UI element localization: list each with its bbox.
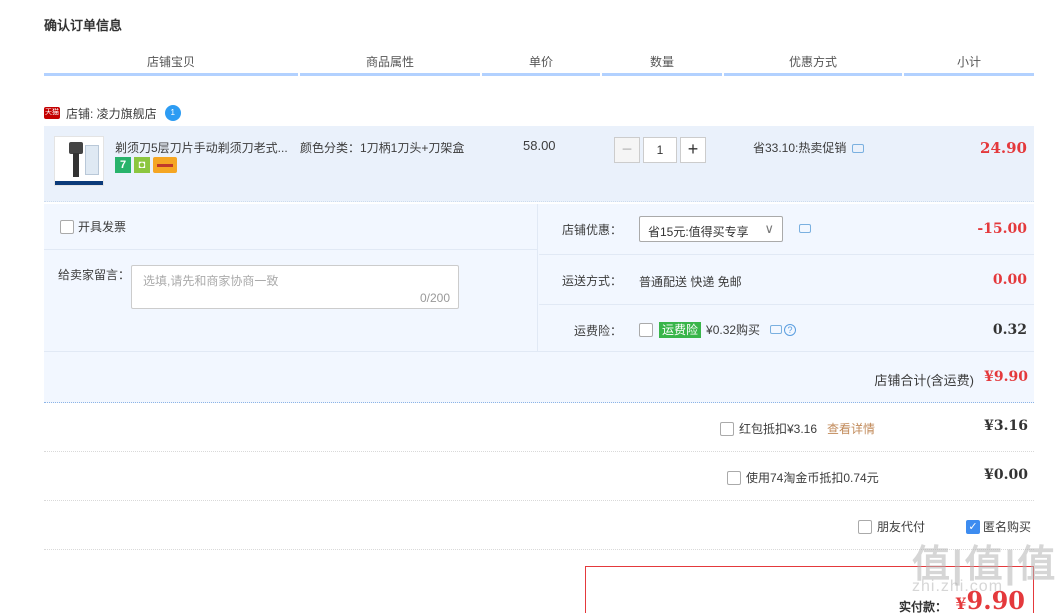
product-title-link[interactable]: 剃须刀5层刀片手动剃须刀老式... (115, 139, 295, 156)
taobao-coins-row: 使用74淘金币抵扣0.74元 ¥0.00 (44, 452, 1034, 501)
insurance-label: 运费险： (573, 324, 622, 338)
product-thumbnail[interactable] (54, 136, 104, 186)
shipping-label: 运送方式： (561, 274, 622, 288)
quantity-stepper: − 1 + (614, 137, 706, 163)
comment-icon[interactable] (770, 325, 783, 334)
shop-total-row: 店铺合计(含运费) ¥9.90 (44, 351, 1034, 403)
store-discount-amount: -15.00 (977, 221, 1027, 237)
character-counter: 0/200 (419, 291, 450, 305)
insurance-option[interactable]: 运费险 ¥0.32购买 ? (639, 321, 797, 338)
taobao-coins-checkbox[interactable] (727, 470, 741, 485)
taobao-coins-option[interactable]: 使用74淘金币抵扣0.74元 (727, 469, 879, 486)
column-promo: 优惠方式 (724, 54, 902, 76)
store-discount-row: 店铺优惠： 省15元:值得买专享 ∨ -15.00 (539, 204, 1034, 254)
page-title: 确认订单信息 (44, 18, 123, 33)
invoice-label: 开具发票 (78, 220, 127, 234)
shop-name-link[interactable]: 店铺: 凌力旗舰店 (66, 105, 157, 122)
red-packet-amount: ¥3.16 (984, 418, 1028, 434)
red-packet-checkbox[interactable] (720, 421, 734, 436)
insurance-checkbox[interactable] (639, 322, 653, 337)
seller-message-placeholder: 选填,请先和商家协商一致 (143, 274, 279, 288)
red-packet-label: 红包抵扣¥3.16 (739, 422, 818, 436)
pay-options-row: 朋友代付 ✓ 匿名购买 (44, 501, 1034, 550)
order-extras-panel: 开具发票 给卖家留言： 选填,请先和商家协商一致 0/200 店铺优惠： 省15… (44, 204, 1034, 351)
insurance-amount: 0.32 (992, 322, 1027, 338)
promo-info: 省33.10:热卖促销 (753, 139, 865, 156)
invoice-checkbox[interactable] (60, 219, 74, 234)
unit-price: 58.00 (523, 138, 556, 153)
shipping-row: 运送方式： 普通配送 快递 免邮 0.00 (539, 255, 1034, 305)
decrease-quantity-button[interactable]: − (614, 137, 640, 163)
view-details-link[interactable]: 查看详情 (827, 420, 875, 437)
shipping-amount: 0.00 (992, 272, 1027, 288)
invoice-option[interactable]: 开具发票 (60, 218, 126, 235)
store-discount-select[interactable]: 省15元:值得买专享 ∨ (639, 216, 783, 242)
chevron-down-icon: ∨ (764, 221, 774, 236)
friend-pay-checkbox[interactable] (858, 519, 872, 534)
red-packet-row: 红包抵扣¥3.16 查看详情 ¥3.16 (44, 403, 1034, 452)
seller-message-label: 给卖家留言： (58, 268, 131, 282)
shop-total-amount: ¥9.90 (984, 369, 1028, 385)
column-shop-item: 店铺宝贝 (44, 54, 298, 76)
chat-icon[interactable]: 1 (164, 105, 181, 121)
help-icon[interactable]: ? (784, 323, 797, 336)
column-attributes: 商品属性 (300, 54, 480, 76)
shop-total-label: 店铺合计(含运费) (874, 373, 974, 388)
anonymous-checkbox[interactable]: ✓ (966, 519, 980, 534)
service-badges: 7 ◘ (115, 157, 177, 173)
taobao-coins-amount: ¥0.00 (984, 467, 1028, 483)
tmall-icon: 天猫 (44, 107, 60, 119)
product-attribute: 颜色分类：1刀柄1刀头+刀架盒 (300, 141, 465, 155)
store-discount-value: 省15元:值得买专享 (648, 225, 749, 239)
column-header: 店铺宝贝 商品属性 单价 数量 优惠方式 小计 (44, 54, 1034, 76)
payment-label: 实付款： (898, 600, 947, 613)
comment-icon[interactable] (799, 224, 811, 233)
item-row: 剃须刀5层刀片手动剃须刀老式... 7 ◘ 颜色分类：1刀柄1刀头+刀架盒 58… (44, 126, 1034, 202)
shop-row: 天猫 店铺: 凌力旗舰店 1 (44, 104, 181, 122)
seller-message-field[interactable]: 选填,请先和商家协商一致 0/200 (131, 265, 459, 309)
comment-icon[interactable] (852, 144, 865, 154)
item-subtotal: 24.90 (980, 139, 1027, 157)
shipping-method: 普通配送 快递 免邮 (639, 275, 742, 289)
promo-text: 省33.10:热卖促销 (753, 141, 847, 155)
insurance-price: ¥0.32购买 (706, 323, 761, 337)
column-price: 单价 (482, 54, 600, 76)
insurance-tag: 运费险 (659, 321, 702, 338)
credit-card-icon (153, 157, 177, 173)
order-extras-right: 店铺优惠： 省15元:值得买专享 ∨ -15.00 运送方式： 普通配送 快递 … (539, 204, 1034, 351)
column-quantity: 数量 (602, 54, 722, 76)
increase-quantity-button[interactable]: + (680, 137, 706, 163)
column-subtotal: 小计 (904, 54, 1034, 76)
taobao-coins-label: 使用74淘金币抵扣0.74元 (746, 471, 879, 485)
watermark-url: zhi.zhi.com (912, 578, 1004, 595)
red-packet-option[interactable]: 红包抵扣¥3.16 查看详情 (720, 420, 875, 437)
quantity-input[interactable]: 1 (643, 137, 677, 163)
order-extras-left: 开具发票 给卖家留言： 选填,请先和商家协商一致 0/200 (44, 204, 538, 351)
guarantee-icon: ◘ (134, 157, 150, 173)
store-discount-label: 店铺优惠： (561, 223, 622, 237)
seven-day-return-icon: 7 (115, 157, 131, 173)
shipping-insurance-row: 运费险： 运费险 ¥0.32购买 ? 0.32 (539, 305, 1034, 355)
